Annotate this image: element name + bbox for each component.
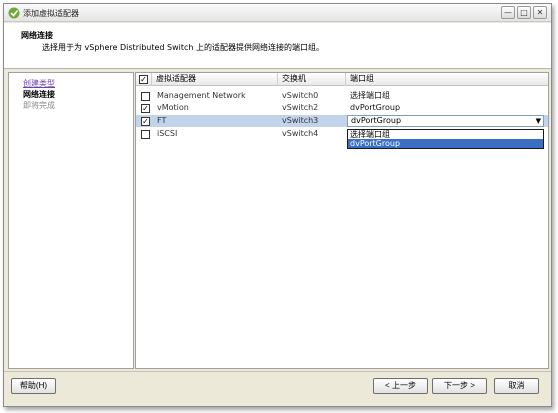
dropdown-arrow-icon[interactable]: ▼ <box>536 116 541 126</box>
page-description: 选择用于为 vSphere Distributed Switch 上的适配器提供… <box>42 43 325 52</box>
column-header-adapter[interactable]: 虚拟适配器 <box>152 73 278 86</box>
select-all-checkbox[interactable]: ✓ <box>139 75 148 84</box>
wizard-header: 网络连接 选择用于为 vSphere Distributed Switch 上的… <box>4 23 551 69</box>
header-select-all-cell: ✓ <box>136 73 152 86</box>
page-title: 网络连接 <box>21 31 53 40</box>
portgroup-select-value: dvPortGroup <box>351 116 402 125</box>
checkmark-icon: ✓ <box>142 117 149 126</box>
switch-name: vSwitch3 <box>282 116 319 125</box>
title-bar: 添加虚拟适配器 — □ ✕ <box>4 4 551 22</box>
switch-name: vSwitch2 <box>282 103 319 112</box>
table-header: ✓ 虚拟适配器 交换机 端口组 <box>136 73 548 86</box>
checkmark-icon: ✓ <box>142 104 149 113</box>
row-checkbox[interactable] <box>141 130 150 139</box>
checkmark-icon: ✓ <box>140 75 147 84</box>
adapter-name: Management Network <box>157 91 246 100</box>
portgroup-dropdown-list: 选择端口组 dvPortGroup <box>347 129 544 149</box>
portgroup-value[interactable]: 选择端口组 <box>350 90 390 102</box>
add-virtual-adapter-dialog: 添加虚拟适配器 — □ ✕ 网络连接 选择用于为 vSphere Distrib… <box>3 3 552 407</box>
table-row[interactable]: ✓ vMotion vSwitch2 dvPortGroup <box>136 102 548 114</box>
row-checkbox[interactable]: ✓ <box>141 104 150 113</box>
vsphere-app-icon <box>8 7 20 19</box>
footer-divider <box>4 371 551 372</box>
back-button[interactable]: < 上一步 <box>373 378 428 394</box>
dropdown-option-dvportgroup[interactable]: dvPortGroup <box>348 139 543 148</box>
portgroup-select[interactable]: dvPortGroup ▼ <box>347 115 544 127</box>
adapter-name: vMotion <box>157 103 189 112</box>
wizard-steps-nav: 创建类型 网络连接 即将完成 <box>8 72 134 369</box>
cancel-button[interactable]: 取消 <box>494 378 539 394</box>
minimize-button[interactable]: — <box>501 6 515 19</box>
nav-step-ready-to-complete: 即将完成 <box>23 101 55 110</box>
column-header-portgroup[interactable]: 端口组 <box>346 73 548 86</box>
window-title: 添加虚拟适配器 <box>23 9 79 18</box>
switch-name: vSwitch4 <box>282 129 319 138</box>
table-row-selected[interactable]: ✓ FT vSwitch3 dvPortGroup ▼ <box>136 115 548 127</box>
next-button[interactable]: 下一步 > <box>432 378 487 394</box>
switch-name: vSwitch0 <box>282 91 319 100</box>
nav-step-create-type[interactable]: 创建类型 <box>23 78 55 89</box>
adapter-table: ✓ 虚拟适配器 交换机 端口组 Management Network vSwit… <box>135 72 549 369</box>
help-button[interactable]: 帮助(H) <box>11 378 56 394</box>
column-header-switch[interactable]: 交换机 <box>278 73 346 86</box>
dropdown-option-select-portgroup[interactable]: 选择端口组 <box>348 130 543 139</box>
row-checkbox[interactable]: ✓ <box>141 117 150 126</box>
close-button[interactable]: ✕ <box>533 6 547 19</box>
adapter-name: FT <box>157 116 167 125</box>
maximize-button[interactable]: □ <box>517 6 531 19</box>
nav-step-network-connection: 网络连接 <box>23 90 55 99</box>
portgroup-value[interactable]: dvPortGroup <box>350 102 400 114</box>
table-row[interactable]: Management Network vSwitch0 选择端口组 <box>136 90 548 102</box>
adapter-name: iSCSI <box>157 129 178 138</box>
row-checkbox[interactable] <box>141 92 150 101</box>
